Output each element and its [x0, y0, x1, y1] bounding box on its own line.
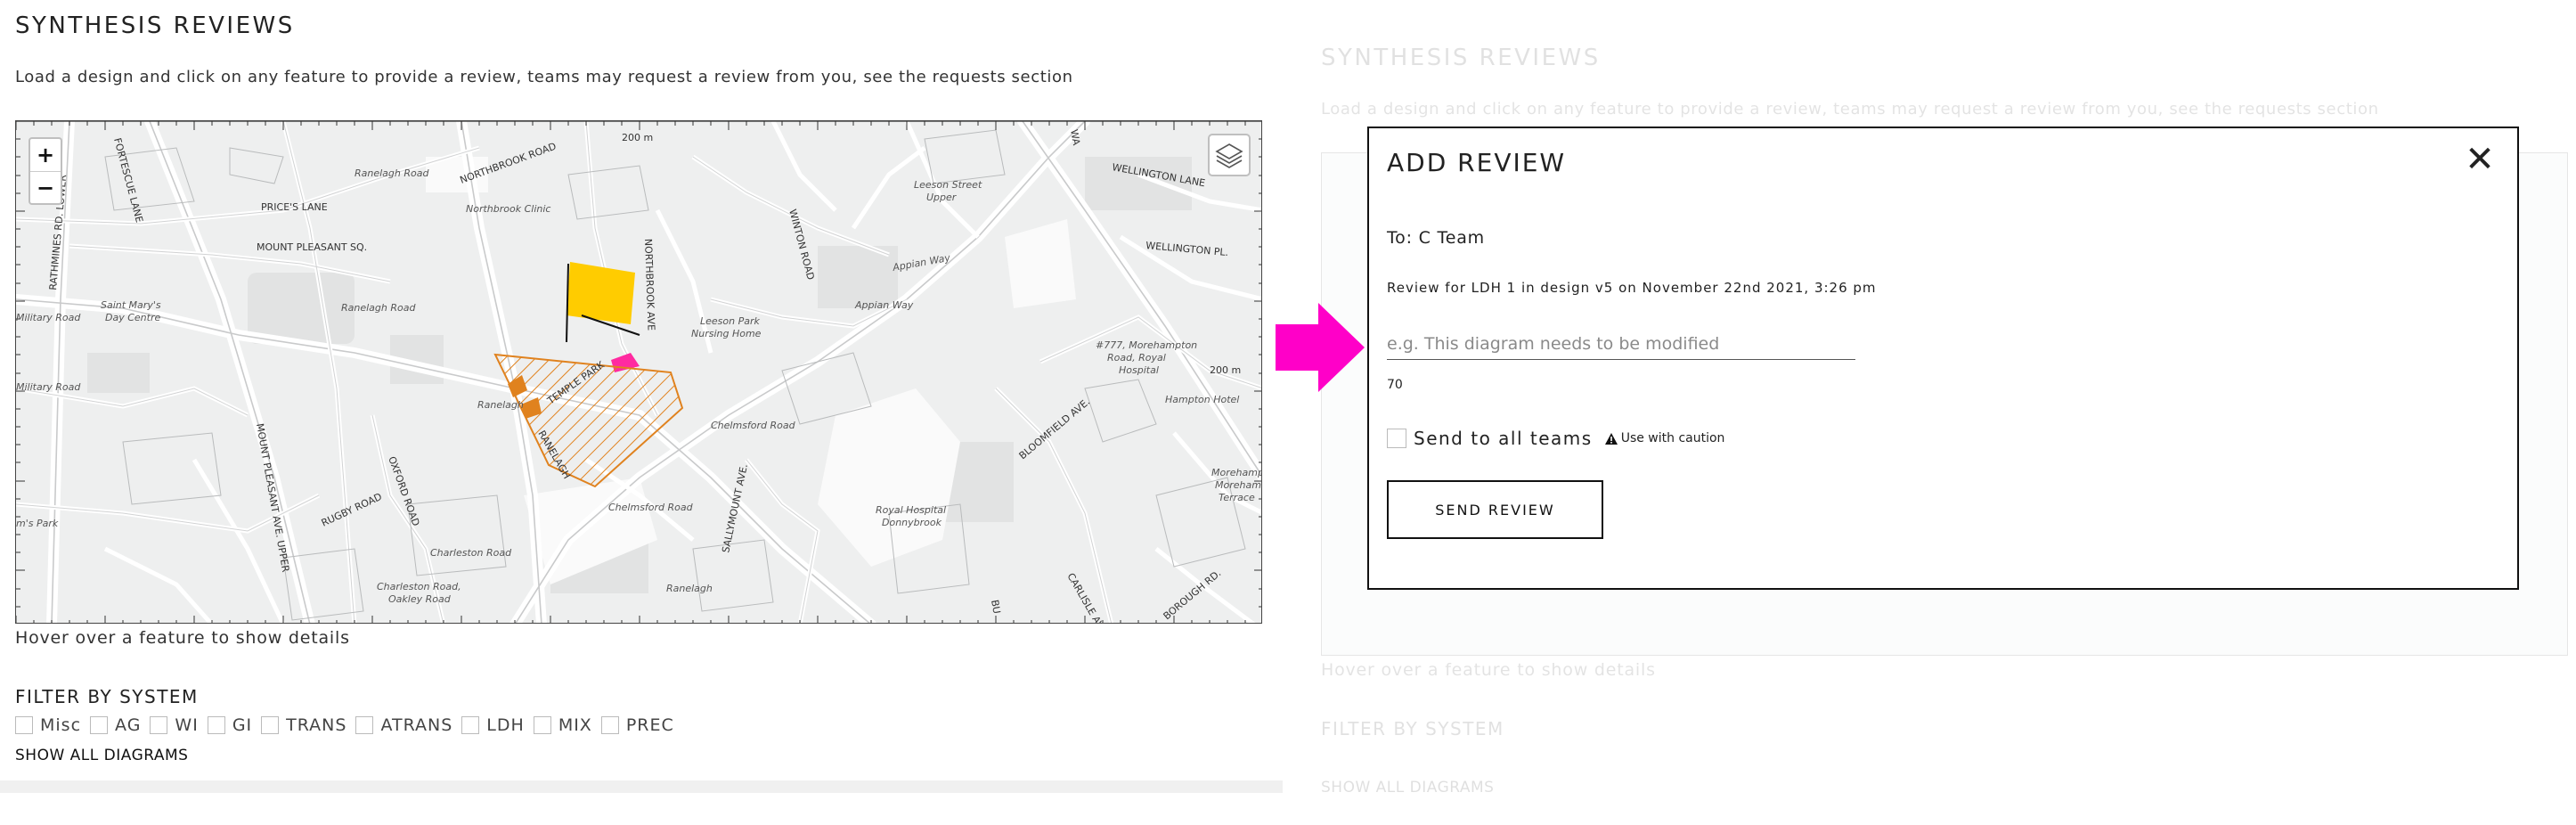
filter-label: TRANS	[286, 715, 347, 735]
map-view[interactable]: 200 m 200 m FORTESCUE LANE Ranelagh Road…	[15, 120, 1262, 624]
warning-icon	[1604, 432, 1618, 445]
layers-button[interactable]	[1208, 134, 1251, 176]
layers-icon	[1215, 143, 1243, 168]
label-chelmsford-road-1: Chelmsford Road	[711, 420, 796, 431]
filter-item-gi[interactable]: GI	[207, 715, 253, 735]
label-military-road-1: Military Road	[16, 312, 81, 323]
filter-label: ATRANS	[380, 715, 453, 735]
caution-note: Use with caution	[1604, 431, 1725, 445]
filter-item-wi[interactable]: WI	[150, 715, 198, 735]
send-to-all-option: Send to all teams Use with caution	[1387, 428, 1724, 449]
review-text-input[interactable]	[1387, 328, 1855, 360]
filter-title: FILTER BY SYSTEM	[15, 686, 199, 707]
page-title: SYNTHESIS REVIEWS	[15, 12, 295, 39]
label-morehampton-east-1: Morehampto	[1211, 467, 1262, 478]
filter-label: LDH	[486, 715, 525, 735]
label-northbrook-clinic: Northbrook Clinic	[466, 203, 550, 215]
filter-checkbox[interactable]	[355, 716, 374, 734]
map-tiles[interactable]: 200 m 200 m FORTESCUE LANE Ranelagh Road…	[16, 121, 1262, 624]
filter-checkbox[interactable]	[600, 716, 619, 734]
filter-checkbox[interactable]	[261, 716, 280, 734]
zoom-in-button[interactable]: +	[30, 139, 61, 171]
filter-label: WI	[175, 715, 199, 735]
label-ranelagh-1: Ranelagh	[477, 399, 524, 411]
filter-item-prec[interactable]: PREC	[600, 715, 674, 735]
filter-checkbox[interactable]	[461, 716, 480, 734]
scale-label-right: 200 m	[1210, 364, 1241, 376]
caution-label: Use with caution	[1620, 431, 1725, 445]
filter-checkbox[interactable]	[533, 716, 551, 734]
filter-item-ldh[interactable]: LDH	[461, 715, 525, 735]
label-leeson-park: Leeson Park	[700, 315, 760, 327]
label-mount-pleasant-sq: MOUNT PLEASANT SQ.	[257, 241, 367, 253]
filter-item-mix[interactable]: MIX	[533, 715, 592, 735]
filter-label: GI	[232, 715, 253, 735]
label-ranelagh-3: Ranelagh	[666, 583, 713, 594]
reviews-page: SYNTHESIS REVIEWS Load a design and clic…	[0, 0, 1283, 793]
label-leeson-street-1: Leeson Street	[914, 179, 982, 191]
zoom-control: + −	[29, 137, 62, 205]
add-review-modal: ADD REVIEW ✕ To: C Team Review for LDH 1…	[1367, 127, 2519, 590]
label-morehampton-east-2: Morehamp	[1215, 479, 1262, 491]
filter-item-atrans[interactable]: ATRANS	[355, 715, 452, 735]
scale-label-top: 200 m	[622, 132, 653, 143]
filter-label: MIX	[558, 715, 592, 735]
label-day-centre: Day Centre	[105, 312, 160, 323]
zoom-out-button[interactable]: −	[30, 171, 61, 203]
label-leeson-street-2: Upper	[926, 192, 958, 203]
label-nursing-home: Nursing Home	[691, 328, 762, 339]
label-chelmsford-road-2: Chelmsford Road	[608, 502, 694, 513]
filter-label: Misc	[40, 715, 82, 735]
footer-bar	[0, 780, 1283, 793]
label-prices-lane: PRICE'S LANE	[261, 201, 328, 213]
label-hampton-hotel: Hampton Hotel	[1165, 394, 1239, 405]
label-ranelagh-road-1: Ranelagh Road	[355, 167, 429, 179]
label-saint-marys: Saint Mary's	[101, 299, 161, 311]
label-military-road-2: Military Road	[16, 381, 81, 393]
bg-show-all: SHOW ALL DIAGRAMS	[1321, 779, 1495, 796]
label-morehampton-east-3: Terrace	[1219, 492, 1255, 503]
label-appian-way-2: Appian Way	[854, 299, 914, 311]
send-to-all-label[interactable]: Send to all teams	[1414, 428, 1593, 449]
filter-checkbox[interactable]	[207, 716, 225, 734]
page-intro: Load a design and click on any feature t…	[15, 68, 1073, 86]
filter-item-misc[interactable]: Misc	[15, 715, 81, 735]
bg-page-intro: Load a design and click on any feature t…	[1321, 100, 2379, 118]
send-review-button[interactable]: SEND REVIEW	[1387, 480, 1603, 539]
bg-filter-title: FILTER BY SYSTEM	[1321, 718, 1504, 739]
label-morehampton-3: Hospital	[1119, 364, 1159, 376]
label-charleston-road-2: Charleston Road,	[377, 581, 461, 592]
filter-label: AG	[115, 715, 142, 735]
label-oakley-road: Oakley Road	[388, 593, 452, 605]
send-to-all-checkbox[interactable]	[1387, 429, 1406, 448]
label-royal-hospital-1: Royal Hospital	[876, 504, 946, 516]
recipient-line: To: C Team	[1387, 228, 1485, 248]
filter-item-trans[interactable]: TRANS	[261, 715, 346, 735]
filter-checkbox[interactable]	[15, 716, 33, 734]
hover-hint: Hover over a feature to show details	[15, 628, 350, 648]
close-icon[interactable]: ✕	[2462, 142, 2498, 178]
character-counter: 70	[1387, 378, 1403, 392]
label-ranelagh-road-2: Ranelagh Road	[341, 302, 416, 314]
filter-label: PREC	[625, 715, 674, 735]
pointer-arrow-icon	[1276, 303, 1365, 392]
modal-title: ADD REVIEW	[1387, 148, 1567, 177]
show-all-diagrams-link[interactable]: SHOW ALL DIAGRAMS	[15, 747, 188, 764]
label-charleston-road-1: Charleston Road	[430, 547, 512, 559]
filter-item-ag[interactable]: AG	[90, 715, 141, 735]
label-royal-hospital-2: Donnybrook	[882, 517, 942, 528]
filter-checkbox[interactable]	[150, 716, 168, 734]
bg-hover-hint: Hover over a feature to show details	[1321, 660, 1656, 680]
label-morehampton-1: #777, Morehampton	[1096, 339, 1197, 351]
filter-checkbox-list: Misc AG WI GI TRANS ATRANS LDH MIX PREC	[15, 715, 683, 735]
label-ms-park: m's Park	[16, 518, 59, 529]
review-context: Review for LDH 1 in design v5 on Novembe…	[1387, 280, 1877, 296]
label-bu: BU	[989, 599, 1003, 615]
bg-page-title: SYNTHESIS REVIEWS	[1321, 45, 1601, 71]
label-morehampton-2: Road, Royal	[1107, 352, 1166, 363]
filter-checkbox[interactable]	[90, 716, 109, 734]
